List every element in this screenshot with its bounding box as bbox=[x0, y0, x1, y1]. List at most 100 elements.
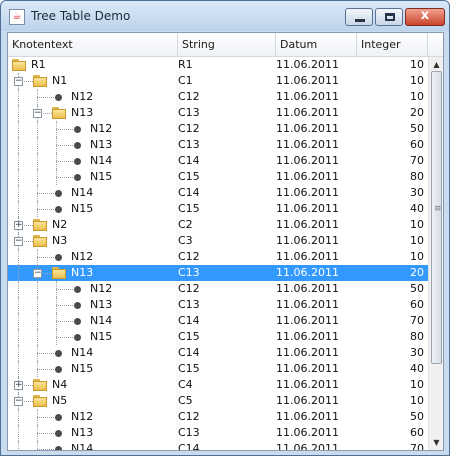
scroll-down-icon[interactable]: ▼ bbox=[429, 435, 443, 450]
table-row[interactable]: N12 C12 11.06.2011 50 bbox=[8, 121, 428, 137]
cell-string: C15 bbox=[178, 170, 200, 183]
cell-integer: 70 bbox=[410, 442, 424, 451]
node-label: N12 bbox=[90, 282, 113, 295]
tree-node-cell[interactable]: N15 bbox=[8, 329, 176, 345]
tree-node-cell[interactable]: N14 bbox=[8, 313, 176, 329]
table-row[interactable]: − N13 C13 11.06.2011 20 bbox=[8, 265, 428, 281]
tree-node-cell[interactable]: N15 bbox=[8, 361, 176, 377]
column-header-knotentext[interactable]: Knotentext bbox=[8, 33, 178, 56]
cell-string: C12 bbox=[178, 410, 200, 423]
tree-node-cell[interactable]: − N13 bbox=[8, 105, 176, 121]
cell-integer: 50 bbox=[410, 410, 424, 423]
collapse-icon[interactable]: − bbox=[14, 77, 23, 86]
table-row[interactable]: + N2 C2 11.06.2011 10 bbox=[8, 217, 428, 233]
cell-integer: 10 bbox=[410, 250, 424, 263]
tree-node-cell[interactable]: N12 bbox=[8, 281, 176, 297]
tree-node-cell[interactable]: + N2 bbox=[8, 217, 176, 233]
tree-guide-line bbox=[37, 193, 54, 194]
collapse-icon[interactable]: − bbox=[33, 109, 42, 118]
column-header-datum[interactable]: Datum bbox=[276, 33, 357, 56]
table-row[interactable]: N13 C13 11.06.2011 60 bbox=[8, 297, 428, 313]
table-row[interactable]: R1 R1 11.06.2011 10 bbox=[8, 57, 428, 73]
node-label: N13 bbox=[71, 106, 94, 119]
tree-node-cell[interactable]: N14 bbox=[8, 345, 176, 361]
tree-node-cell[interactable]: N15 bbox=[8, 201, 176, 217]
expand-icon[interactable]: + bbox=[14, 221, 23, 230]
tree-guide-line bbox=[18, 121, 19, 137]
tree-node-cell[interactable]: N15 bbox=[8, 169, 176, 185]
table-row[interactable]: N15 C15 11.06.2011 80 bbox=[8, 169, 428, 185]
expand-icon[interactable]: + bbox=[14, 381, 23, 390]
table-row[interactable]: N14 C14 11.06.2011 70 bbox=[8, 313, 428, 329]
table-row[interactable]: − N13 C13 11.06.2011 20 bbox=[8, 105, 428, 121]
tree-node-cell[interactable]: N12 bbox=[8, 409, 176, 425]
tree-node-cell[interactable]: N13 bbox=[8, 297, 176, 313]
title-bar[interactable]: ☕ Tree Table Demo x bbox=[1, 1, 449, 31]
scroll-thumb[interactable]: ≡ bbox=[431, 71, 442, 364]
tree-guide-line bbox=[56, 289, 73, 290]
table-row[interactable]: − N3 C3 11.06.2011 10 bbox=[8, 233, 428, 249]
cell-date: 11.06.2011 bbox=[276, 426, 339, 439]
cell-date: 11.06.2011 bbox=[276, 170, 339, 183]
tree-guide-line bbox=[18, 409, 19, 425]
cell-integer: 70 bbox=[410, 314, 424, 327]
tree-node-cell[interactable]: N14 bbox=[8, 153, 176, 169]
cell-date: 11.06.2011 bbox=[276, 90, 339, 103]
vertical-scrollbar[interactable]: ▲ ≡ ▼ bbox=[428, 57, 443, 450]
leaf-node-icon bbox=[55, 94, 62, 101]
table-row[interactable]: N15 C15 11.06.2011 40 bbox=[8, 361, 428, 377]
cell-date: 11.06.2011 bbox=[276, 58, 339, 71]
maximize-icon bbox=[385, 13, 395, 21]
scroll-grip-icon: ≡ bbox=[434, 204, 442, 214]
tree-node-cell[interactable]: − N13 bbox=[8, 265, 176, 281]
tree-node-cell[interactable]: + N4 bbox=[8, 377, 176, 393]
table-row[interactable]: N15 C15 11.06.2011 80 bbox=[8, 329, 428, 345]
table-row[interactable]: N15 C15 11.06.2011 40 bbox=[8, 201, 428, 217]
tree-node-cell[interactable]: N13 bbox=[8, 425, 176, 441]
tree-node-cell[interactable]: N12 bbox=[8, 89, 176, 105]
java-app-icon[interactable]: ☕ bbox=[9, 9, 25, 25]
tree-guide-line bbox=[37, 433, 54, 434]
table-row[interactable]: N14 C14 11.06.2011 70 bbox=[8, 153, 428, 169]
tree-node-cell[interactable]: N12 bbox=[8, 121, 176, 137]
tree-guide-line bbox=[18, 313, 19, 329]
node-label: N5 bbox=[52, 394, 68, 407]
tree-guide-line bbox=[56, 161, 73, 162]
leaf-node-icon bbox=[74, 318, 81, 325]
cell-string: C4 bbox=[178, 378, 193, 391]
table-row[interactable]: − N1 C1 11.06.2011 10 bbox=[8, 73, 428, 89]
tree-node-cell[interactable]: − N3 bbox=[8, 233, 176, 249]
table-row[interactable]: + N4 C4 11.06.2011 10 bbox=[8, 377, 428, 393]
cell-date: 11.06.2011 bbox=[276, 234, 339, 247]
tree-node-cell[interactable]: N14 bbox=[8, 441, 176, 450]
table-row[interactable]: − N5 C5 11.06.2011 10 bbox=[8, 393, 428, 409]
tree-node-cell[interactable]: − N1 bbox=[8, 73, 176, 89]
table-row[interactable]: N14 C14 11.06.2011 30 bbox=[8, 185, 428, 201]
maximize-button[interactable] bbox=[375, 8, 403, 26]
column-header-string[interactable]: String bbox=[178, 33, 276, 56]
table-row[interactable]: N12 C12 11.06.2011 50 bbox=[8, 409, 428, 425]
table-row[interactable]: N12 C12 11.06.2011 50 bbox=[8, 281, 428, 297]
tree-node-cell[interactable]: N14 bbox=[8, 185, 176, 201]
close-button[interactable]: x bbox=[405, 8, 445, 26]
scroll-up-icon[interactable]: ▲ bbox=[429, 57, 443, 72]
tree-node-cell[interactable]: − N5 bbox=[8, 393, 176, 409]
tree-node-cell[interactable]: R1 bbox=[8, 57, 176, 73]
table-row[interactable]: N12 C12 11.06.2011 10 bbox=[8, 249, 428, 265]
column-header-integer[interactable]: Integer bbox=[357, 33, 428, 56]
collapse-icon[interactable]: − bbox=[14, 397, 23, 406]
collapse-icon[interactable]: − bbox=[33, 269, 42, 278]
table-row[interactable]: N13 C13 11.06.2011 60 bbox=[8, 137, 428, 153]
tree-node-cell[interactable]: N13 bbox=[8, 137, 176, 153]
node-label: N15 bbox=[90, 170, 113, 183]
minimize-button[interactable] bbox=[345, 8, 373, 26]
table-row[interactable]: N13 C13 11.06.2011 60 bbox=[8, 425, 428, 441]
tree-guide-line bbox=[37, 449, 54, 450]
table-row[interactable]: N12 C12 11.06.2011 10 bbox=[8, 89, 428, 105]
leaf-node-icon bbox=[55, 190, 62, 197]
tree-node-cell[interactable]: N12 bbox=[8, 249, 176, 265]
cell-integer: 10 bbox=[410, 394, 424, 407]
table-row[interactable]: N14 C14 11.06.2011 30 bbox=[8, 345, 428, 361]
table-row[interactable]: N14 C14 11.06.2011 70 bbox=[8, 441, 428, 451]
collapse-icon[interactable]: − bbox=[14, 237, 23, 246]
